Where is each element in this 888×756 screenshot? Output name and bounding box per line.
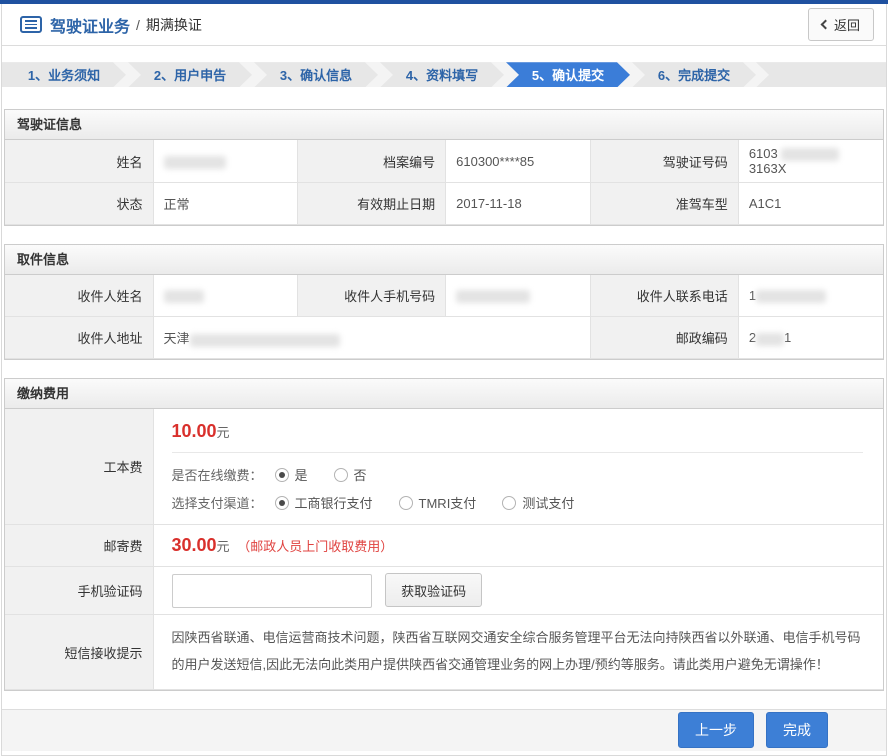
sms-code-input[interactable] [172,574,372,608]
postcode-label: 邮政编码 [590,317,738,359]
table-row: 手机验证码 获取验证码 [5,567,883,615]
back-button-label: 返回 [834,15,860,34]
cost-label: 工本费 [5,409,153,525]
file-number-label: 档案编号 [298,140,446,182]
address-label: 收件人地址 [5,317,153,359]
license-info-table: 姓名 档案编号 610300****85 驾驶证号码 6103 3163X 状态… [5,140,883,225]
get-code-button[interactable]: 获取验证码 [385,573,482,607]
vehicle-class-label: 准驾车型 [590,182,738,224]
redacted-recipient-name [164,290,204,303]
recipient-phone-label: 收件人联系电话 [590,275,738,317]
step-1: 1、业务须知 [2,62,126,87]
fees-section: 缴纳费用 工本费 10.00元 是否在线缴费： 是 否 [4,378,884,690]
fees-section-title: 缴纳费用 [5,379,883,409]
name-label: 姓名 [5,140,153,182]
table-row: 邮寄费 30.00元 （邮政人员上门收取费用） [5,525,883,567]
vehicle-class-value: A1C1 [738,182,883,224]
step-bar-filler [756,62,886,87]
page-title: 驾驶证业务 [50,13,130,37]
redacted-phone [756,290,826,303]
postage-note: （邮政人员上门收取费用） [237,539,393,554]
sms-tip-label: 短信接收提示 [5,615,153,689]
step-6: 6、完成提交 [632,62,756,87]
fees-table: 工本费 10.00元 是否在线缴费： 是 否 选择支付渠道： [5,409,883,689]
content-area: 驾驶证信息 姓名 档案编号 610300****85 驾驶证号码 6103 31… [2,87,886,708]
online-pay-row: 是否在线缴费： 是 否 [172,465,884,484]
step-4: 4、资料填写 [380,62,504,87]
redacted-mobile [456,290,530,303]
license-info-section: 驾驶证信息 姓名 档案编号 610300****85 驾驶证号码 6103 31… [4,109,884,226]
footer-bar: 上一步 完成 [2,709,886,751]
pickup-section-title: 取件信息 [5,245,883,275]
online-pay-label: 是否在线缴费： [172,465,263,484]
redacted-postcode [756,333,784,346]
redacted-address [190,334,340,347]
license-section-title: 驾驶证信息 [5,110,883,140]
sms-code-label: 手机验证码 [5,567,153,615]
radio-icon[interactable] [275,468,289,482]
step-3: 3、确认信息 [254,62,378,87]
pickup-info-table: 收件人姓名 收件人手机号码 收件人联系电话 1 收件人地址 天津 邮政编码 21 [5,275,883,360]
radio-channel-icbc[interactable]: 工商银行支付 [275,493,373,512]
status-value: 正常 [153,182,298,224]
back-button[interactable]: 返回 [808,8,874,41]
step-2: 2、用户申告 [128,62,252,87]
breadcrumb-separator: / [136,17,140,33]
cost-amount-line: 10.00元 [172,421,884,442]
table-row: 收件人姓名 收件人手机号码 收件人联系电话 1 [5,275,883,317]
postage-label: 邮寄费 [5,525,153,567]
radio-icon[interactable] [399,496,413,510]
postcode-value: 21 [738,317,883,359]
divider [172,452,864,453]
file-number-value: 610300****85 [446,140,591,182]
recipient-mobile-label: 收件人手机号码 [298,275,446,317]
address-value: 天津 [153,317,590,359]
step-wizard: 1、业务须知 2、用户申告 3、确认信息 4、资料填写 5、确认提交 6、完成提… [2,62,886,87]
postage-cell: 30.00元 （邮政人员上门收取费用） [153,525,883,567]
page-header: 驾驶证业务 / 期满换证 返回 [2,4,886,46]
radio-channel-test[interactable]: 测试支付 [502,493,574,512]
license-number-label: 驾驶证号码 [590,140,738,182]
table-row: 工本费 10.00元 是否在线缴费： 是 否 选择支付渠道： [5,409,883,525]
main-panel: 驾驶证业务 / 期满换证 返回 1、业务须知 2、用户申告 3、确认信息 4、资… [1,4,887,756]
radio-icon[interactable] [275,496,289,510]
radio-icon[interactable] [502,496,516,510]
cost-cell: 10.00元 是否在线缴费： 是 否 选择支付渠道： 工商银行支付 TMRI支付 [153,409,883,525]
recipient-phone-value: 1 [738,275,883,317]
chevron-left-icon [821,20,831,30]
postage-amount: 30.00 [172,535,217,555]
radio-channel-tmri[interactable]: TMRI支付 [399,493,477,512]
list-icon [20,16,42,33]
recipient-name-value [153,275,298,317]
status-label: 状态 [5,182,153,224]
sms-code-cell: 获取验证码 [153,567,883,615]
valid-until-value: 2017-11-18 [446,182,591,224]
redacted-name [164,156,226,169]
sms-tip-text: 因陕西省联通、电信运营商技术问题，陕西省互联网交通安全综合服务管理平台无法向持陕… [153,615,883,689]
prev-step-button[interactable]: 上一步 [678,712,754,748]
recipient-name-label: 收件人姓名 [5,275,153,317]
name-value [153,140,298,182]
radio-icon[interactable] [334,468,348,482]
table-row: 收件人地址 天津 邮政编码 21 [5,317,883,359]
license-number-value: 6103 3163X [738,140,883,182]
redacted-license-middle [781,148,839,161]
table-row: 短信接收提示 因陕西省联通、电信运营商技术问题，陕西省互联网交通安全综合服务管理… [5,615,883,689]
step-5-active: 5、确认提交 [506,62,630,87]
pickup-info-section: 取件信息 收件人姓名 收件人手机号码 收件人联系电话 1 收件人地址 天津 邮政… [4,244,884,361]
cost-amount: 10.00 [172,421,217,441]
valid-until-label: 有效期止日期 [298,182,446,224]
pay-channel-label: 选择支付渠道： [172,493,263,512]
pay-channel-row: 选择支付渠道： 工商银行支付 TMRI支付 测试支付 [172,493,884,512]
recipient-mobile-value [446,275,591,317]
radio-online-no[interactable]: 否 [334,465,367,484]
breadcrumb-current: 期满换证 [146,15,202,35]
table-row: 状态 正常 有效期止日期 2017-11-18 准驾车型 A1C1 [5,182,883,224]
done-button[interactable]: 完成 [766,712,828,748]
table-row: 姓名 档案编号 610300****85 驾驶证号码 6103 3163X [5,140,883,182]
radio-online-yes[interactable]: 是 [275,465,308,484]
